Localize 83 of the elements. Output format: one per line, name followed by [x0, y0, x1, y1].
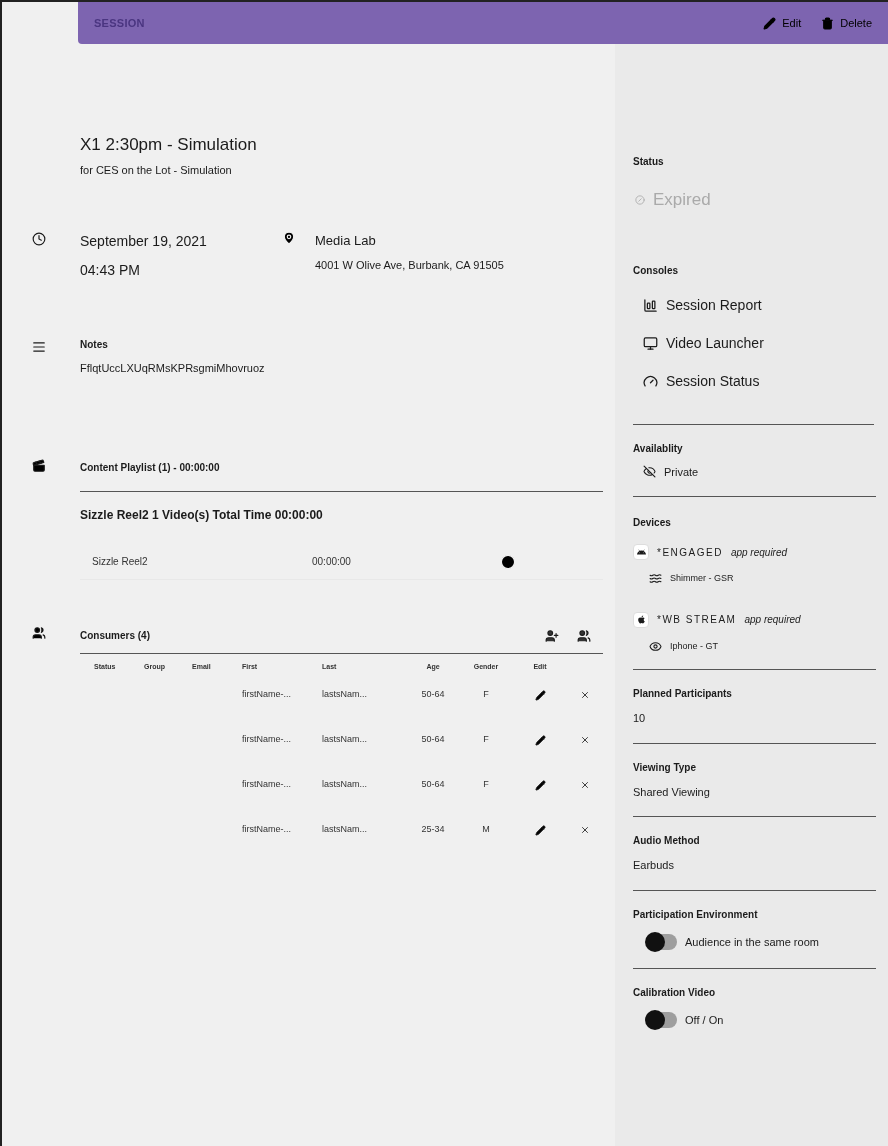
users-icon	[32, 626, 46, 640]
table-cell-text: F	[482, 688, 490, 702]
close-icon[interactable]	[579, 780, 590, 790]
table-cell-text: lastsNam...	[322, 778, 368, 792]
field-value: 10	[633, 711, 647, 726]
table-cell-text: 50-64	[420, 778, 446, 792]
notes-text: FflqtUccLXUqRMsKPRsgmiMhovruoz	[80, 360, 266, 376]
toggle-switch[interactable]	[647, 1012, 677, 1029]
playlist-row[interactable]: Sizzle Reel2 00:00:00	[80, 544, 603, 580]
playlist-title: Content Playlist (1) - 00:00:00	[80, 461, 221, 475]
table-cell-text: lastsNam...	[322, 733, 368, 747]
table-cell-text: firstName-...	[242, 778, 292, 792]
location-name: Media Lab	[315, 231, 377, 250]
app-note: app required	[744, 613, 801, 627]
table-cell-text: lastsNam...	[322, 823, 368, 837]
field-value: Shared Viewing	[633, 784, 711, 800]
section-label: Consoles	[633, 263, 679, 278]
device-app: *WB STREAM	[657, 613, 737, 627]
section-label: Status	[633, 155, 665, 169]
notes-icon	[32, 339, 46, 354]
console-link[interactable]: Video Launcher	[643, 332, 764, 354]
close-icon[interactable]	[579, 735, 590, 745]
chart-icon	[643, 297, 658, 313]
toggle-switch[interactable]	[647, 933, 677, 950]
availability-value: Private	[664, 464, 699, 480]
table-cell-text: 25-34	[420, 823, 446, 837]
table-cell-text: 50-64	[420, 733, 446, 747]
close-icon[interactable]	[579, 825, 590, 835]
toggle-label: Audience in the same room	[685, 934, 819, 950]
video-name: Sizzle Reel2	[92, 555, 149, 569]
pencil-icon[interactable]	[534, 689, 546, 701]
session-subtitle: for CES on the Lot - Simulation	[80, 163, 233, 178]
pencil-icon[interactable]	[534, 734, 546, 746]
location-pin-icon	[282, 230, 296, 245]
table-cell-text: M	[481, 823, 491, 837]
clapperboard-icon	[32, 459, 46, 473]
section-label: Audio Method	[633, 834, 701, 848]
table-cell-text: firstName-...	[242, 688, 292, 702]
table-cell-text: lastsNam...	[322, 688, 368, 702]
delete-button[interactable]: Delete	[821, 14, 872, 32]
console-link[interactable]: Session Report	[643, 294, 762, 316]
session-title: X1 2:30pm - Simulation	[80, 134, 258, 156]
table-cell-text: F	[482, 778, 490, 792]
edit-button[interactable]: Edit	[763, 14, 802, 32]
section-label: Availablity	[633, 441, 684, 456]
table-cell-text: firstName-...	[242, 733, 292, 747]
eye-icon	[649, 639, 662, 653]
pencil-icon[interactable]	[534, 824, 546, 836]
video-duration: 00:00:00	[312, 555, 352, 569]
close-icon[interactable]	[579, 690, 590, 700]
clock-icon	[32, 231, 46, 246]
apple-icon	[636, 615, 646, 624]
status-text: Expired	[653, 189, 711, 211]
status-icon	[635, 194, 645, 205]
field-value: Earbuds	[633, 858, 675, 873]
device-name: Shimmer - GSR	[670, 572, 734, 585]
pencil-icon	[763, 16, 777, 30]
device-name: Iphone - GT	[670, 639, 719, 653]
session-time: 04:43 PM	[80, 260, 141, 280]
section-label: Calibration Video	[633, 986, 717, 1000]
section-label: Planned Participants	[633, 687, 733, 701]
playlist-summary: Sizzle Reel2 1 Video(s) Total Time 00:00:00	[80, 507, 324, 524]
table-cell-text: 50-64	[420, 688, 446, 702]
notes-label: Notes	[80, 337, 109, 352]
add-person-icon[interactable]	[545, 628, 559, 643]
eye-off-icon	[643, 465, 656, 479]
device-app: *ENGAGED	[657, 545, 723, 560]
pencil-icon[interactable]	[534, 779, 546, 791]
section-label: Devices	[633, 516, 672, 530]
section-label: Viewing Type	[633, 760, 697, 775]
session-date: September 19, 2021	[80, 231, 208, 251]
location-address: 4001 W Olive Ave, Burbank, CA 91505	[315, 258, 504, 273]
table-cell-text: firstName-...	[242, 823, 292, 837]
toggle-label: Off / On	[685, 1013, 724, 1028]
monitor-icon	[643, 335, 658, 351]
trash-icon	[821, 16, 835, 30]
app-note: app required	[730, 545, 788, 560]
table-cell-text: F	[482, 733, 490, 747]
waves-icon	[649, 572, 662, 586]
section-label: Participation Environment	[633, 907, 759, 922]
consumers-title: Consumers (4)	[80, 629, 151, 643]
gauge-icon	[643, 373, 658, 389]
console-link[interactable]: Session Status	[643, 370, 760, 392]
